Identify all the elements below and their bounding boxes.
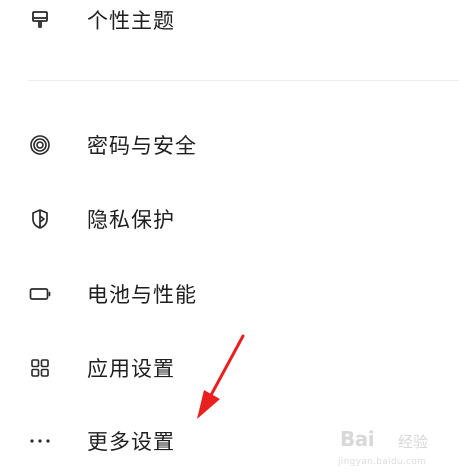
settings-item-label: 应用设置 — [87, 357, 175, 381]
theme-brush-icon — [28, 8, 52, 32]
privacy-shield-icon — [28, 207, 52, 231]
settings-item-label: 更多设置 — [87, 430, 175, 454]
settings-item-password-security[interactable]: 密码与安全 — [0, 117, 459, 173]
watermark-sub: 经验 — [398, 433, 429, 451]
settings-list: 个性主题 密码与安全 隐私保护 电池与性能 应用设置 更多设置 — [0, 0, 459, 475]
watermark-logo: Bai — [340, 427, 375, 451]
settings-item-label: 隐私保护 — [87, 208, 175, 232]
settings-item-label: 电池与性能 — [87, 283, 197, 307]
settings-item-battery-performance[interactable]: 电池与性能 — [0, 266, 459, 322]
grid-apps-icon — [28, 356, 52, 380]
settings-item-label: 密码与安全 — [87, 134, 197, 158]
section-divider — [28, 80, 459, 81]
watermark: Bai 经验 jingyan.baidu.com — [338, 427, 458, 473]
more-dots-icon — [28, 429, 52, 453]
settings-item-app-settings[interactable]: 应用设置 — [0, 340, 459, 396]
settings-item-label: 个性主题 — [87, 9, 175, 33]
settings-item-theme[interactable]: 个性主题 — [0, 0, 459, 48]
watermark-url: jingyan.baidu.com — [338, 457, 427, 467]
battery-icon — [28, 282, 52, 306]
fingerprint-icon — [28, 133, 52, 157]
settings-item-privacy[interactable]: 隐私保护 — [0, 191, 459, 247]
